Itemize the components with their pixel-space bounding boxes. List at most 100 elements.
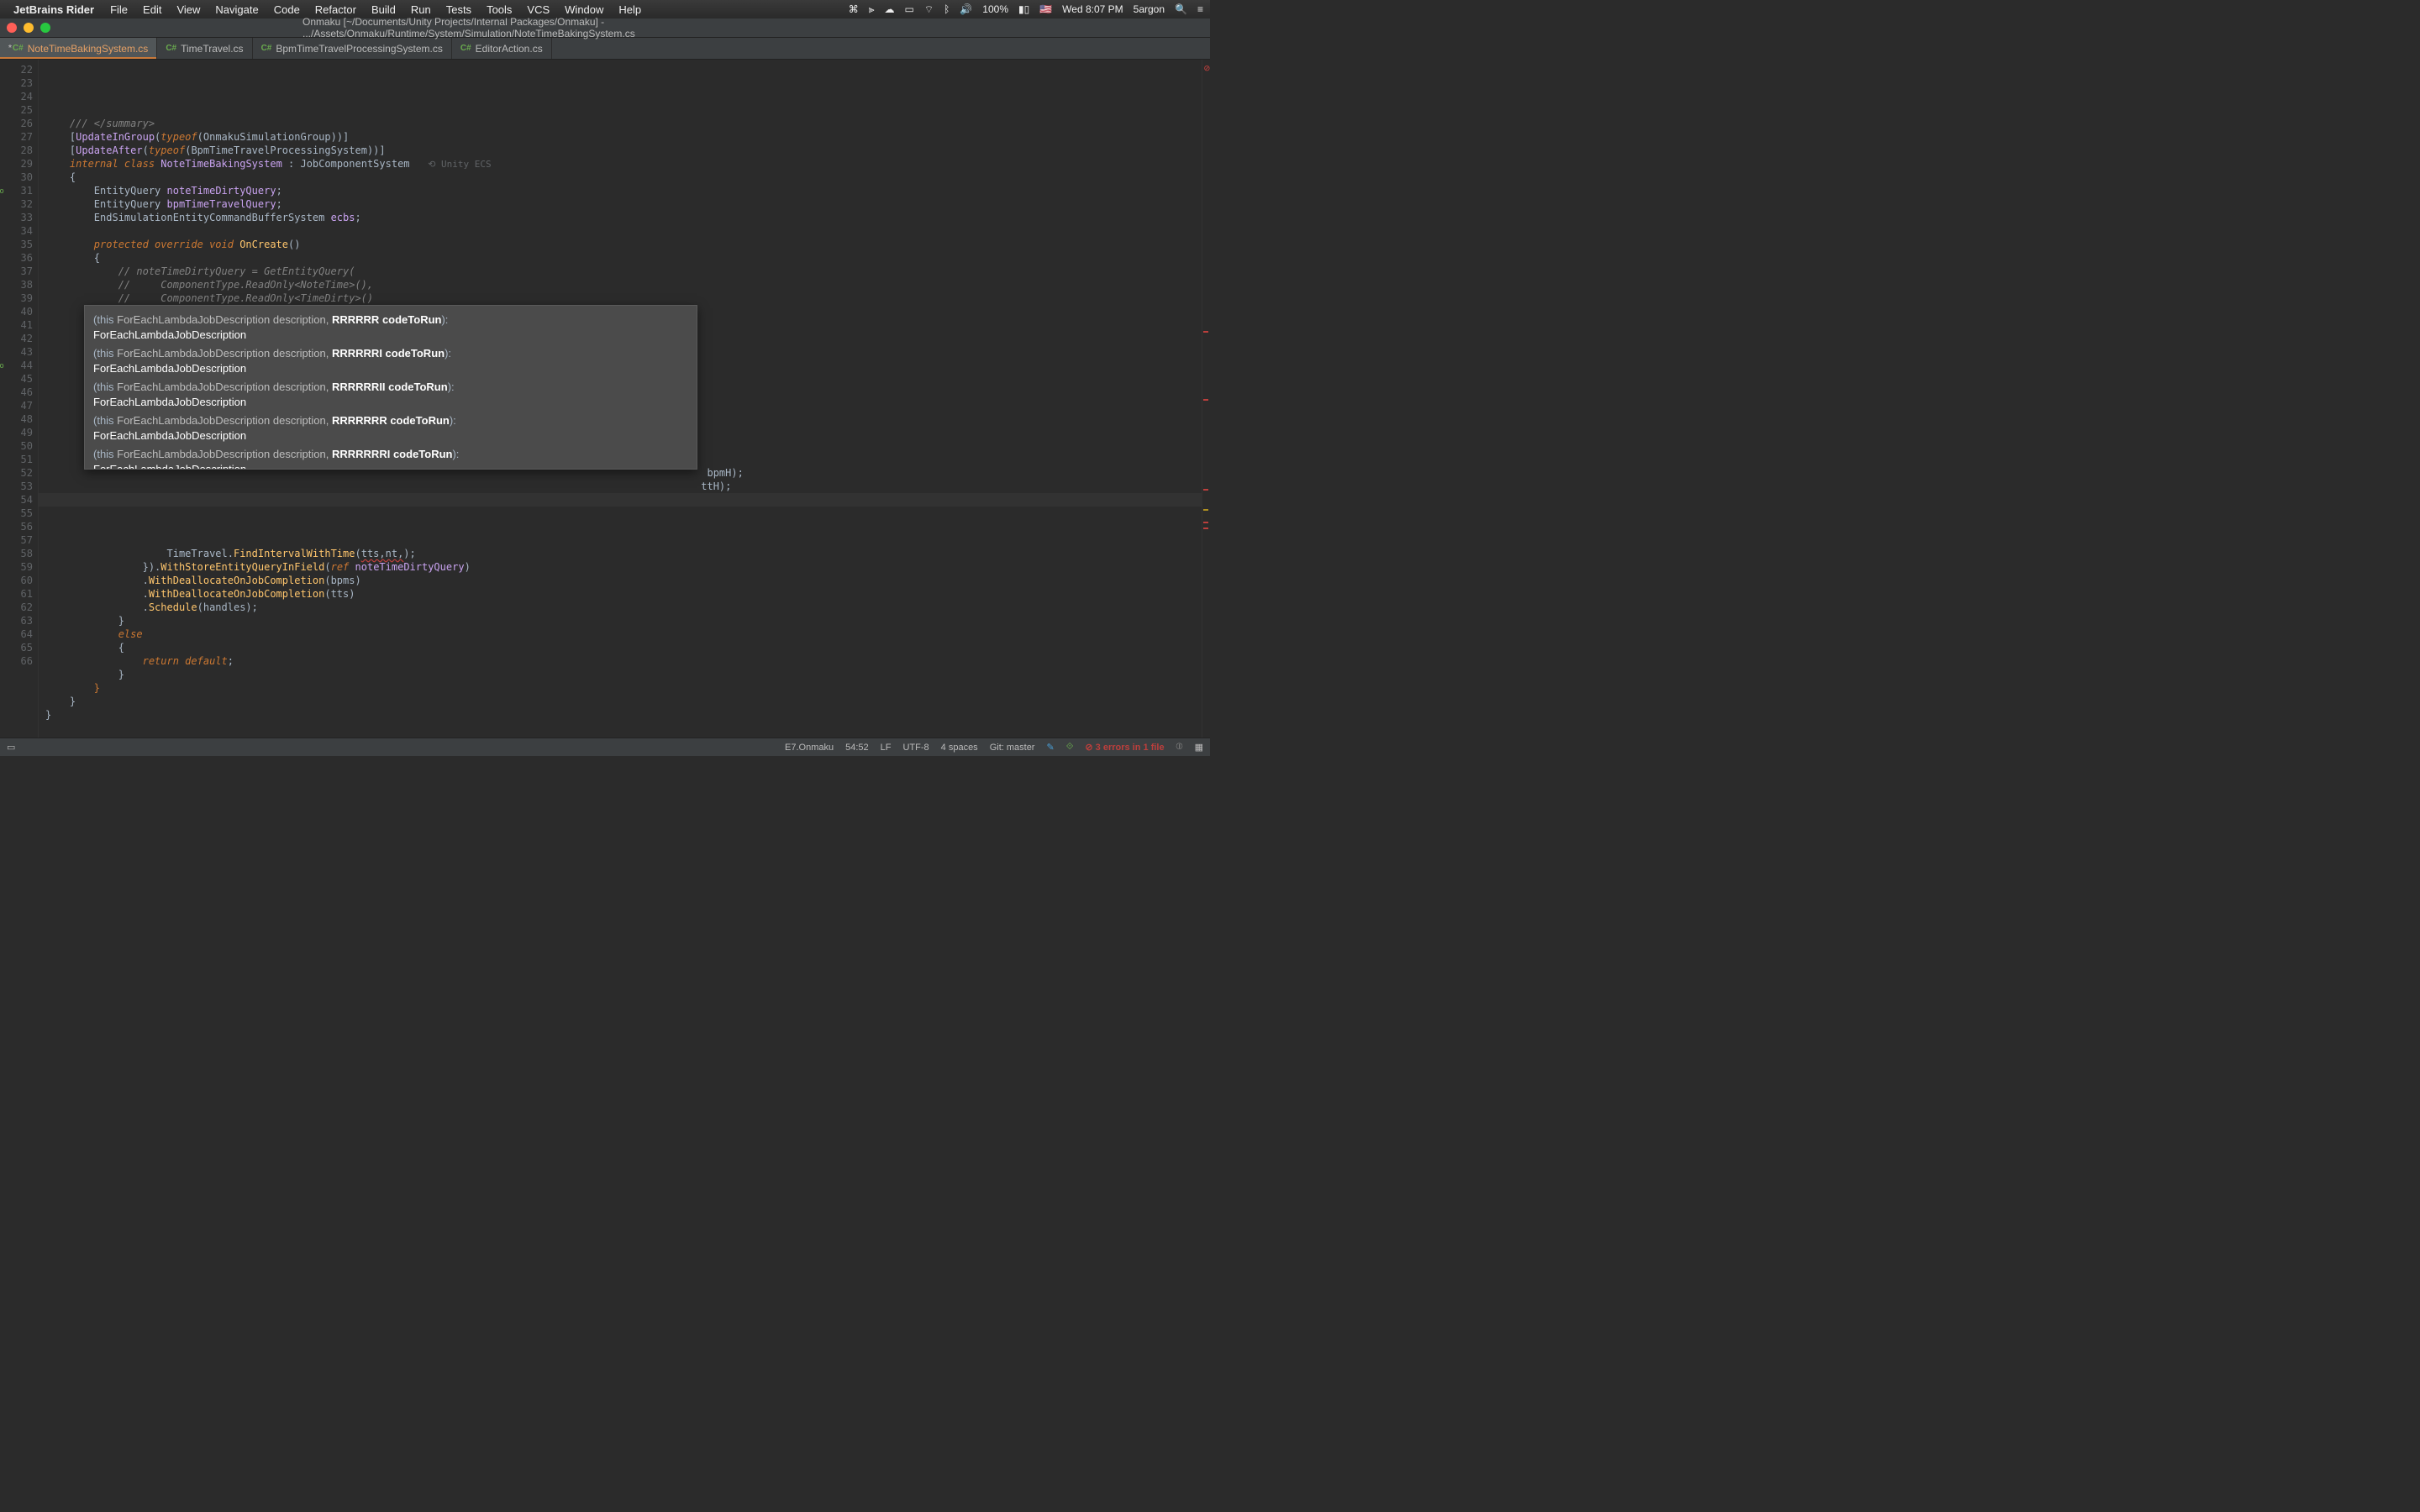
gutter-line[interactable]: 64 [0, 627, 33, 641]
window-maximize-button[interactable] [40, 23, 50, 33]
code-line[interactable] [45, 493, 1202, 507]
menu-extra-icon[interactable]: ⌘ [849, 3, 859, 15]
gutter-line[interactable]: 34 [0, 224, 33, 238]
gutter-line[interactable]: 25 [0, 103, 33, 117]
gutter-line[interactable]: 44↑o [0, 359, 33, 372]
menu-edit[interactable]: Edit [135, 2, 169, 18]
spotlight-icon[interactable]: 🔍 [1175, 3, 1187, 15]
bluetooth-icon[interactable]: ᛒ [944, 3, 950, 15]
gutter-line[interactable]: 48 [0, 412, 33, 426]
gutter-line[interactable]: 23 [0, 76, 33, 90]
gutter-line[interactable]: 51 [0, 453, 33, 466]
gutter-line[interactable]: 56 [0, 520, 33, 533]
gutter-line[interactable]: 28 [0, 144, 33, 157]
code-line[interactable]: } [45, 668, 1202, 681]
gutter-line[interactable]: 32 [0, 197, 33, 211]
tool-window-toggle-icon[interactable]: ▭ [7, 742, 15, 753]
parameter-overload[interactable]: (this ForEachLambdaJobDescription descri… [93, 344, 688, 378]
gutter-line[interactable]: 65 [0, 641, 33, 654]
gutter-line[interactable]: 50 [0, 439, 33, 453]
code-line[interactable]: ttH); [45, 480, 1202, 493]
git-branch[interactable]: Git: master [990, 743, 1035, 753]
gutter-line[interactable]: 58 [0, 547, 33, 560]
gutter-line[interactable]: 24 [0, 90, 33, 103]
code-line[interactable]: [UpdateInGroup(typeof(OnmakuSimulationGr… [45, 130, 1202, 144]
code-line[interactable]: [UpdateAfter(typeof(BpmTimeTravelProcess… [45, 144, 1202, 157]
caret-position[interactable]: 54:52 [845, 743, 869, 753]
wifi-icon[interactable]: ⌔ [924, 3, 934, 16]
gutter-line[interactable]: 38 [0, 278, 33, 291]
stripe-marker[interactable] [1203, 522, 1208, 523]
code-line[interactable]: } [45, 708, 1202, 722]
code-line[interactable]: } [45, 681, 1202, 695]
clock[interactable]: Wed 8:07 PM [1062, 3, 1123, 15]
read-only-toggle-icon[interactable]: ⦶ [1176, 742, 1183, 753]
gutter-line[interactable]: 62 [0, 601, 33, 614]
battery-percent[interactable]: 100% [982, 3, 1008, 15]
display-icon[interactable]: ▭ [905, 3, 914, 15]
parameter-overload[interactable]: (this ForEachLambdaJobDescription descri… [93, 445, 688, 470]
menu-help[interactable]: Help [611, 2, 649, 18]
stripe-marker[interactable] [1203, 331, 1208, 333]
tab-editoraction-cs[interactable]: C#EditorAction.cs [452, 38, 552, 59]
override-gutter-icon[interactable]: ↑o [0, 185, 4, 198]
code-line[interactable] [45, 533, 1202, 547]
gutter-line[interactable]: 54💡 [0, 493, 33, 507]
code-line[interactable]: }).WithStoreEntityQueryInField(ref noteT… [45, 560, 1202, 574]
gutter-line[interactable]: 39 [0, 291, 33, 305]
menu-navigate[interactable]: Navigate [208, 2, 266, 18]
code-line[interactable]: .WithDeallocateOnJobCompletion(bpms) [45, 574, 1202, 587]
menu-vcs[interactable]: VCS [519, 2, 557, 18]
app-name[interactable]: JetBrains Rider [13, 3, 94, 16]
window-minimize-button[interactable] [24, 23, 34, 33]
code-line[interactable]: // ComponentType.ReadOnly<NoteTime>(), [45, 278, 1202, 291]
gutter-line[interactable]: 55 [0, 507, 33, 520]
menu-file[interactable]: File [103, 2, 135, 18]
gutter-line[interactable]: 30 [0, 171, 33, 184]
code-line[interactable]: else [45, 627, 1202, 641]
gutter-line[interactable]: 61 [0, 587, 33, 601]
parameter-overload[interactable]: (this ForEachLambdaJobDescription descri… [93, 311, 688, 344]
dropbox-icon[interactable]: ⫸ [869, 3, 875, 16]
menu-view[interactable]: View [169, 2, 208, 18]
gutter-line[interactable]: 35 [0, 238, 33, 251]
menu-build[interactable]: Build [364, 2, 403, 18]
battery-icon[interactable]: ▮▯ [1018, 3, 1029, 15]
gutter-line[interactable]: 41 [0, 318, 33, 332]
code-line[interactable]: EntityQuery noteTimeDirtyQuery; [45, 184, 1202, 197]
menu-refactor[interactable]: Refactor [308, 2, 364, 18]
code-line[interactable]: .WithDeallocateOnJobCompletion(tts) [45, 587, 1202, 601]
gutter-line[interactable]: 29 [0, 157, 33, 171]
notification-center-icon[interactable]: ≡ [1197, 3, 1203, 15]
menu-window[interactable]: Window [557, 2, 611, 18]
gutter-line[interactable]: 22 [0, 63, 33, 76]
code-line[interactable]: } [45, 614, 1202, 627]
code-line[interactable]: { [45, 641, 1202, 654]
code-line[interactable]: protected override void OnCreate() [45, 238, 1202, 251]
code-line[interactable] [45, 520, 1202, 533]
cloud-icon[interactable]: ☁ [885, 3, 895, 15]
unity-icon[interactable]: ⟐ [1066, 742, 1074, 753]
input-flag-icon[interactable]: 🇺🇸 [1039, 3, 1052, 15]
stripe-marker[interactable] [1203, 399, 1208, 401]
code-area[interactable]: (this ForEachLambdaJobDescription descri… [39, 60, 1202, 738]
window-close-button[interactable] [7, 23, 17, 33]
analysis-pencil-icon[interactable]: ✎ [1046, 742, 1054, 753]
gutter-line[interactable]: 45 [0, 372, 33, 386]
gutter-line[interactable]: 37 [0, 265, 33, 278]
volume-icon[interactable]: 🔊 [960, 3, 972, 15]
code-line[interactable]: { [45, 251, 1202, 265]
tab-bpmtimetravelprocessingsystem-cs[interactable]: C#BpmTimeTravelProcessingSystem.cs [253, 38, 452, 59]
menu-tools[interactable]: Tools [479, 2, 519, 18]
parameter-overload[interactable]: (this ForEachLambdaJobDescription descri… [93, 412, 688, 445]
error-stripe[interactable]: ⊘ [1202, 60, 1210, 738]
gutter-line[interactable]: 42 [0, 332, 33, 345]
code-line[interactable] [45, 224, 1202, 238]
code-line[interactable]: TimeTravel.FindIntervalWithTime(tts,nt,)… [45, 547, 1202, 560]
parameter-overload[interactable]: (this ForEachLambdaJobDescription descri… [93, 378, 688, 412]
error-count[interactable]: ⊘ 3 errors in 1 file [1085, 742, 1164, 753]
gutter-line[interactable]: 47 [0, 399, 33, 412]
code-line[interactable]: internal class NoteTimeBakingSystem : Jo… [45, 157, 1202, 171]
code-line[interactable]: } [45, 695, 1202, 708]
gutter-line[interactable]: 27 [0, 130, 33, 144]
